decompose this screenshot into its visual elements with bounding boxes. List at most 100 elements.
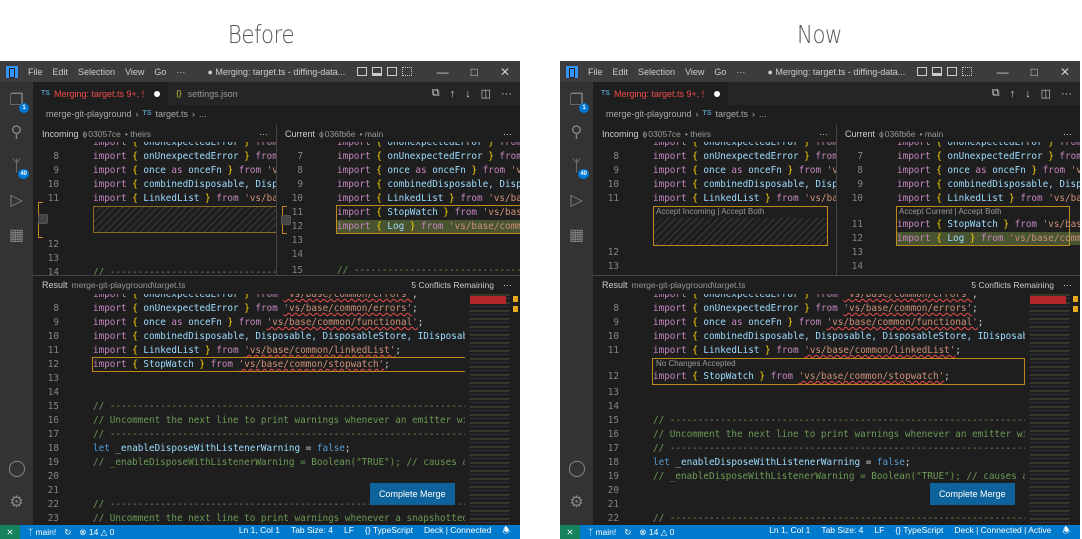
breadcrumb-file[interactable]: target.ts — [156, 109, 189, 119]
menu-more[interactable]: ··· — [176, 67, 185, 77]
maximize-button[interactable]: □ — [1031, 65, 1038, 79]
extensions-icon[interactable]: ▦ — [568, 227, 585, 244]
source-control-icon[interactable]: ᛉ 40 — [568, 158, 589, 179]
more-actions-icon[interactable]: ··· — [1061, 88, 1072, 100]
previous-conflict-icon[interactable]: ↑ — [450, 88, 456, 100]
toggle-sidebar-icon[interactable] — [357, 67, 368, 76]
run-debug-icon[interactable]: ▷ — [568, 192, 585, 209]
complete-merge-button[interactable]: Complete Merge — [370, 483, 455, 505]
notifications-bell-icon[interactable]: 🕭 — [1062, 525, 1070, 539]
tab-size[interactable]: Tab Size: 4 — [821, 525, 863, 539]
minimize-button[interactable]: — — [997, 65, 1009, 79]
problems-indicator[interactable]: ⊗ 14 △ 0 — [79, 527, 114, 538]
breadcrumb-symbol[interactable]: ... — [199, 109, 207, 119]
settings-gear-icon[interactable]: ⚙ — [568, 494, 585, 511]
horizontal-divider[interactable] — [33, 275, 520, 276]
toggle-panel-icon[interactable] — [932, 67, 943, 76]
next-conflict-icon[interactable]: ↓ — [465, 88, 471, 100]
branch-indicator[interactable]: ᛉ main! — [28, 527, 56, 537]
minimap[interactable] — [1030, 294, 1070, 525]
notifications-bell-icon[interactable]: 🕭 — [502, 525, 510, 539]
menu-file[interactable]: File — [28, 67, 43, 77]
next-conflict-icon[interactable]: ↓ — [1025, 88, 1031, 100]
explorer-icon[interactable]: ❐ 1 — [8, 92, 29, 113]
tab-merging-target[interactable]: TS Merging: target.ts 9+, ! — [33, 82, 169, 105]
customize-layout-icon[interactable] — [402, 67, 413, 76]
more-actions-icon[interactable]: ··· — [501, 88, 512, 100]
remote-indicator-icon[interactable]: ⨯ — [560, 525, 580, 539]
tab-merging-target[interactable]: TS Merging: target.ts 9+, ! — [593, 82, 729, 105]
maximize-button[interactable]: □ — [471, 65, 478, 79]
end-of-line[interactable]: LF — [874, 525, 884, 539]
minimap[interactable] — [470, 294, 510, 525]
current-commit[interactable]: 036fb6e — [885, 129, 916, 139]
open-file-icon[interactable]: ⧉ — [432, 87, 440, 100]
current-more-icon[interactable]: ··· — [503, 129, 512, 139]
settings-gear-icon[interactable]: ⚙ — [8, 494, 25, 511]
tab-settings-json[interactable]: {} settings.json — [168, 82, 245, 105]
previous-conflict-icon[interactable]: ↑ — [1010, 88, 1016, 100]
menu-edit[interactable]: Edit — [53, 67, 69, 77]
breadcrumb-folder[interactable]: merge-git-playground — [606, 109, 692, 119]
conflict-checkbox[interactable] — [281, 215, 291, 225]
accept-incoming-codelens[interactable]: Accept Incoming | Accept Both — [656, 207, 764, 216]
language-mode[interactable]: {} TypeScript — [365, 525, 413, 539]
breadcrumb-symbol[interactable]: ... — [759, 109, 767, 119]
menu-selection[interactable]: Selection — [78, 67, 115, 77]
split-editor-icon[interactable]: ◫ — [481, 87, 491, 100]
complete-merge-button[interactable]: Complete Merge — [930, 483, 1015, 505]
menu-go[interactable]: Go — [714, 67, 726, 77]
current-editor[interactable]: import { onUnexpectedError } from 'vs/ba… — [277, 142, 520, 275]
deck-status[interactable]: Deck | Connected | Active — [954, 525, 1051, 539]
cursor-position[interactable]: Ln 1, Col 1 — [769, 525, 810, 539]
incoming-more-icon[interactable]: ··· — [259, 129, 268, 139]
unsaved-dot-icon[interactable] — [714, 90, 721, 97]
search-icon[interactable]: ⚲ — [568, 124, 585, 141]
extensions-icon[interactable]: ▦ — [8, 227, 25, 244]
end-of-line[interactable]: LF — [344, 525, 354, 539]
customize-layout-icon[interactable] — [962, 67, 973, 76]
current-commit[interactable]: 036fb6e — [325, 129, 356, 139]
current-editor[interactable]: import { onUnexpectedError } from 'vs/ba… — [837, 142, 1080, 275]
unsaved-dot-icon[interactable] — [154, 90, 161, 97]
menu-more[interactable]: ··· — [736, 67, 745, 77]
sync-icon[interactable]: ↻ — [624, 527, 631, 538]
deck-status[interactable]: Deck | Connected — [424, 525, 491, 539]
result-more-icon[interactable]: ··· — [503, 280, 512, 290]
accept-current-codelens[interactable]: Accept Current | Accept Both — [899, 207, 1002, 216]
split-editor-icon[interactable]: ◫ — [1041, 87, 1051, 100]
incoming-more-icon[interactable]: ··· — [819, 129, 828, 139]
menu-file[interactable]: File — [588, 67, 603, 77]
toggle-panel-icon[interactable] — [372, 67, 383, 76]
menu-view[interactable]: View — [125, 67, 144, 77]
close-button[interactable]: ✕ — [500, 65, 510, 79]
minimize-button[interactable]: — — [437, 65, 449, 79]
menu-edit[interactable]: Edit — [613, 67, 629, 77]
incoming-editor[interactable]: import { onUnexpectedError } from 'vs/ba… — [593, 142, 836, 275]
branch-indicator[interactable]: ᛉ main! — [588, 527, 616, 537]
current-more-icon[interactable]: ··· — [1063, 129, 1072, 139]
tab-size[interactable]: Tab Size: 4 — [291, 525, 333, 539]
remote-indicator-icon[interactable]: ⨯ — [0, 525, 20, 539]
incoming-editor[interactable]: import { onUnexpectedError } from 'vs/ba… — [33, 142, 276, 275]
breadcrumb-file[interactable]: target.ts — [716, 109, 749, 119]
account-icon[interactable]: ◯ — [568, 460, 586, 477]
result-more-icon[interactable]: ··· — [1063, 280, 1072, 290]
account-icon[interactable]: ◯ — [8, 460, 26, 477]
close-button[interactable]: ✕ — [1060, 65, 1070, 79]
codelens-text[interactable]: Accept Current | Accept Both — [899, 207, 1002, 216]
incoming-commit[interactable]: 03057ce — [88, 129, 121, 139]
problems-indicator[interactable]: ⊗ 14 △ 0 — [639, 527, 674, 538]
menu-view[interactable]: View — [685, 67, 704, 77]
breadcrumb-folder[interactable]: merge-git-playground — [46, 109, 132, 119]
incoming-commit[interactable]: 03057ce — [648, 129, 681, 139]
open-file-icon[interactable]: ⧉ — [992, 87, 1000, 100]
horizontal-divider[interactable] — [593, 275, 1080, 276]
toggle-secondary-sidebar-icon[interactable] — [387, 67, 398, 76]
conflict-checkbox[interactable] — [38, 214, 48, 224]
toggle-sidebar-icon[interactable] — [917, 67, 928, 76]
search-icon[interactable]: ⚲ — [8, 124, 25, 141]
source-control-icon[interactable]: ᛉ 40 — [8, 158, 29, 179]
cursor-position[interactable]: Ln 1, Col 1 — [239, 525, 280, 539]
sync-icon[interactable]: ↻ — [64, 527, 71, 538]
